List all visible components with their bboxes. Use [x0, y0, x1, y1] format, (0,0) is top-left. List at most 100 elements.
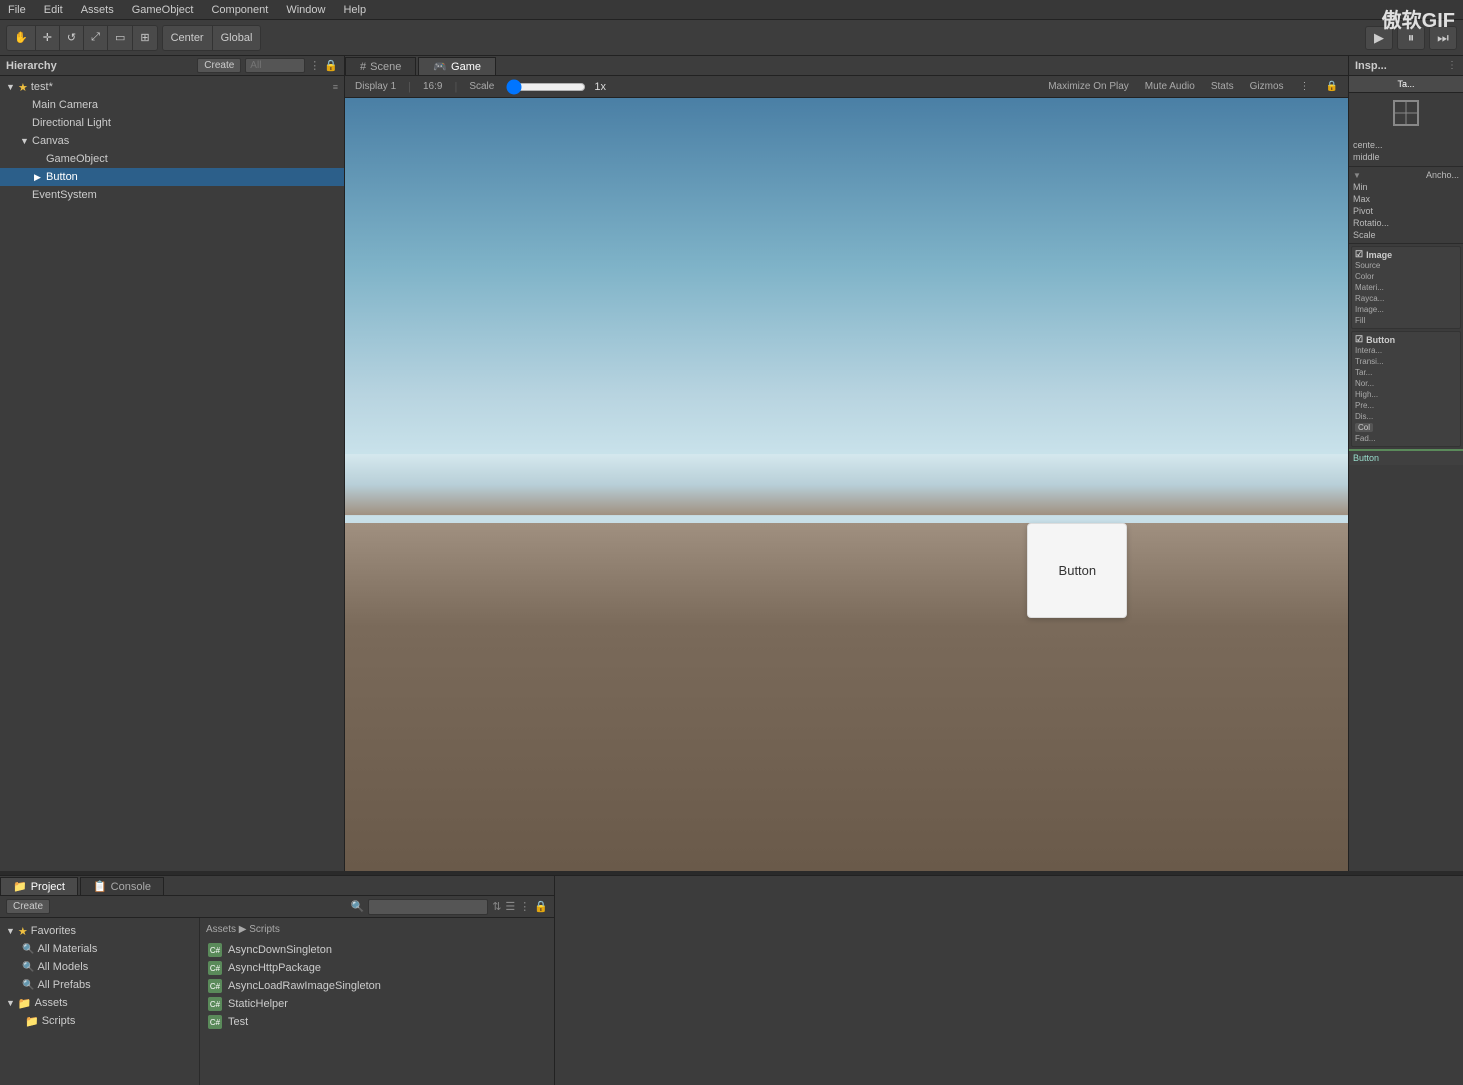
scale-value: 1x [594, 81, 606, 93]
hierarchy-options-icon[interactable]: ⋮ [309, 59, 320, 72]
inspector-options-icon[interactable]: ⋮ [1447, 60, 1457, 71]
hierarchy-create-btn[interactable]: Create [197, 58, 241, 73]
mute-audio-btn[interactable]: Mute Audio [1141, 80, 1199, 93]
gizmos-btn[interactable]: Gizmos [1246, 80, 1288, 93]
target-field: Tar... [1355, 367, 1457, 378]
image-component-label: Image [1366, 250, 1392, 260]
inspector-center-section: cente... middle [1349, 136, 1463, 167]
project-sort-icon[interactable]: ⇅ [492, 900, 501, 913]
transform-move[interactable]: ✛ [36, 26, 60, 50]
hierarchy-item-canvas[interactable]: ▼ Canvas [0, 132, 344, 150]
pressed-field: Pre... [1355, 400, 1457, 411]
scripts-folder-item[interactable]: 📁 Scripts [0, 1012, 199, 1030]
scene-tab[interactable]: # Scene [345, 57, 416, 75]
search-icon-ap: 🔍 [22, 980, 34, 991]
hierarchy-item-button[interactable]: ▶ Button [0, 168, 344, 186]
script-icon-1: C# [208, 961, 222, 975]
button-component-label: Button [1366, 335, 1395, 345]
project-search-input[interactable] [368, 899, 488, 915]
hierarchy-search-input[interactable] [245, 58, 305, 73]
scene-tab-icon: # [360, 61, 366, 73]
pivot-global-btn[interactable]: Global [213, 26, 261, 50]
inspector-tab-main[interactable]: Ta... [1349, 76, 1463, 92]
menu-edit[interactable]: Edit [40, 4, 67, 16]
game-top-bar: Display 1 | 16:9 | Scale 1x Maximize On … [345, 76, 1348, 98]
arrow-test: ▼ [6, 82, 18, 92]
transform-hand[interactable]: ✋ [7, 26, 36, 50]
menu-file[interactable]: File [4, 4, 30, 16]
anchor-header-row: ▼ Ancho... [1353, 169, 1459, 181]
assets-label: Assets [35, 997, 68, 1009]
assets-folder-icon: 📁 [18, 997, 32, 1010]
ui-button-game[interactable]: Button [1027, 523, 1127, 618]
favorites-group[interactable]: ▼ ★ Favorites [0, 922, 199, 940]
script-item-3[interactable]: C# StaticHelper [206, 995, 548, 1013]
fill-field: Fill [1355, 315, 1457, 326]
hierarchy-item-gameobject[interactable]: GameObject [0, 150, 344, 168]
menu-assets[interactable]: Assets [77, 4, 118, 16]
script-item-1[interactable]: C# AsyncHttpPackage [206, 959, 548, 977]
script-item-4[interactable]: C# Test [206, 1013, 548, 1031]
transform-rect[interactable]: ▭ [108, 26, 133, 50]
project-create-btn[interactable]: Create [6, 899, 50, 914]
col-row: Col [1355, 422, 1457, 433]
middle-label: middle [1353, 152, 1380, 162]
assets-group[interactable]: ▼ 📁 Assets [0, 994, 199, 1012]
project-content: ▼ ★ Favorites 🔍 All Materials 🔍 All Mode… [0, 918, 554, 1085]
button-component-check[interactable]: ☑ [1355, 334, 1363, 345]
hierarchy-item-eventsystem[interactable]: EventSystem [0, 186, 344, 204]
menu-gameobject[interactable]: GameObject [128, 4, 198, 16]
item-label-button: Button [46, 171, 78, 183]
image-component-check[interactable]: ☑ [1355, 249, 1363, 260]
ground-bg [345, 523, 1348, 871]
inspector-title: Insp... [1355, 60, 1387, 72]
script-item-0[interactable]: C# AsyncDownSingleton [206, 941, 548, 959]
pivot-center-btn[interactable]: Center [163, 26, 213, 50]
pivot-row: Pivot [1353, 205, 1459, 217]
hierarchy-title: Hierarchy [6, 60, 57, 72]
hierarchy-item-test[interactable]: ▼ ★ test* ≡ [0, 78, 344, 96]
hierarchy-item-options[interactable]: ≡ [333, 82, 338, 92]
maximize-on-play-btn[interactable]: Maximize On Play [1044, 80, 1133, 93]
inspector-button-component: ☑ Button Intera... Transi... Tar... Nor.… [1351, 331, 1461, 447]
hierarchy-controls: Create ⋮ 🔒 [197, 58, 338, 73]
interactable-field: Intera... [1355, 345, 1457, 356]
all-materials-item[interactable]: 🔍 All Materials [0, 940, 199, 958]
menu-window[interactable]: Window [282, 4, 329, 16]
transform-rotate[interactable]: ↺ [60, 26, 84, 50]
panel-lock-icon[interactable]: 🔒 [1322, 80, 1342, 93]
hierarchy-item-main-camera[interactable]: Main Camera [0, 96, 344, 114]
stats-btn[interactable]: Stats [1207, 80, 1238, 93]
anchor-max-row: Max [1353, 193, 1459, 205]
all-models-item[interactable]: 🔍 All Models [0, 958, 199, 976]
transform-scale[interactable]: ⤢ [84, 26, 108, 50]
game-tab-icon: 🎮 [433, 60, 447, 73]
display-separator: | [408, 81, 411, 93]
all-prefabs-item[interactable]: 🔍 All Prefabs [0, 976, 199, 994]
script-item-2[interactable]: C# AsyncLoadRawImageSingleton [206, 977, 548, 995]
raycast-field: Rayca... [1355, 293, 1457, 304]
main-toolbar: ✋ ✛ ↺ ⤢ ▭ ⊞ Center Global ▶ ⏸ ⏭ [0, 20, 1463, 56]
hierarchy-lock-icon[interactable]: 🔒 [324, 59, 338, 72]
transform-multi[interactable]: ⊞ [133, 26, 156, 50]
all-prefabs-label: All Prefabs [37, 979, 90, 991]
project-tab[interactable]: 📁 Project [0, 877, 78, 895]
menu-component[interactable]: Component [207, 4, 272, 16]
game-tab[interactable]: 🎮 Game [418, 57, 496, 75]
panel-options-icon[interactable]: ⋮ [1296, 80, 1314, 93]
main-layout: Hierarchy Create ⋮ 🔒 ▼ ★ test* ≡ Main Ca… [0, 56, 1463, 871]
display-dropdown[interactable]: Display 1 [351, 80, 400, 93]
project-options-icon[interactable]: ⋮ [519, 900, 530, 913]
item-label-eventsystem: EventSystem [32, 189, 97, 201]
normal-field: Nor... [1355, 378, 1457, 389]
center-label: cente... [1353, 140, 1383, 150]
project-filter-icon[interactable]: ☰ [505, 900, 515, 913]
hierarchy-item-directional-light[interactable]: Directional Light [0, 114, 344, 132]
scale-slider[interactable] [506, 82, 586, 92]
console-tab[interactable]: 📋 Console [80, 877, 164, 895]
project-lock-icon[interactable]: 🔒 [534, 900, 548, 913]
center-area: # Scene 🎮 Game Display 1 | 16:9 | Scale … [345, 56, 1348, 871]
script-name-0: AsyncDownSingleton [228, 944, 332, 956]
ratio-dropdown[interactable]: 16:9 [419, 80, 446, 93]
menu-help[interactable]: Help [339, 4, 370, 16]
